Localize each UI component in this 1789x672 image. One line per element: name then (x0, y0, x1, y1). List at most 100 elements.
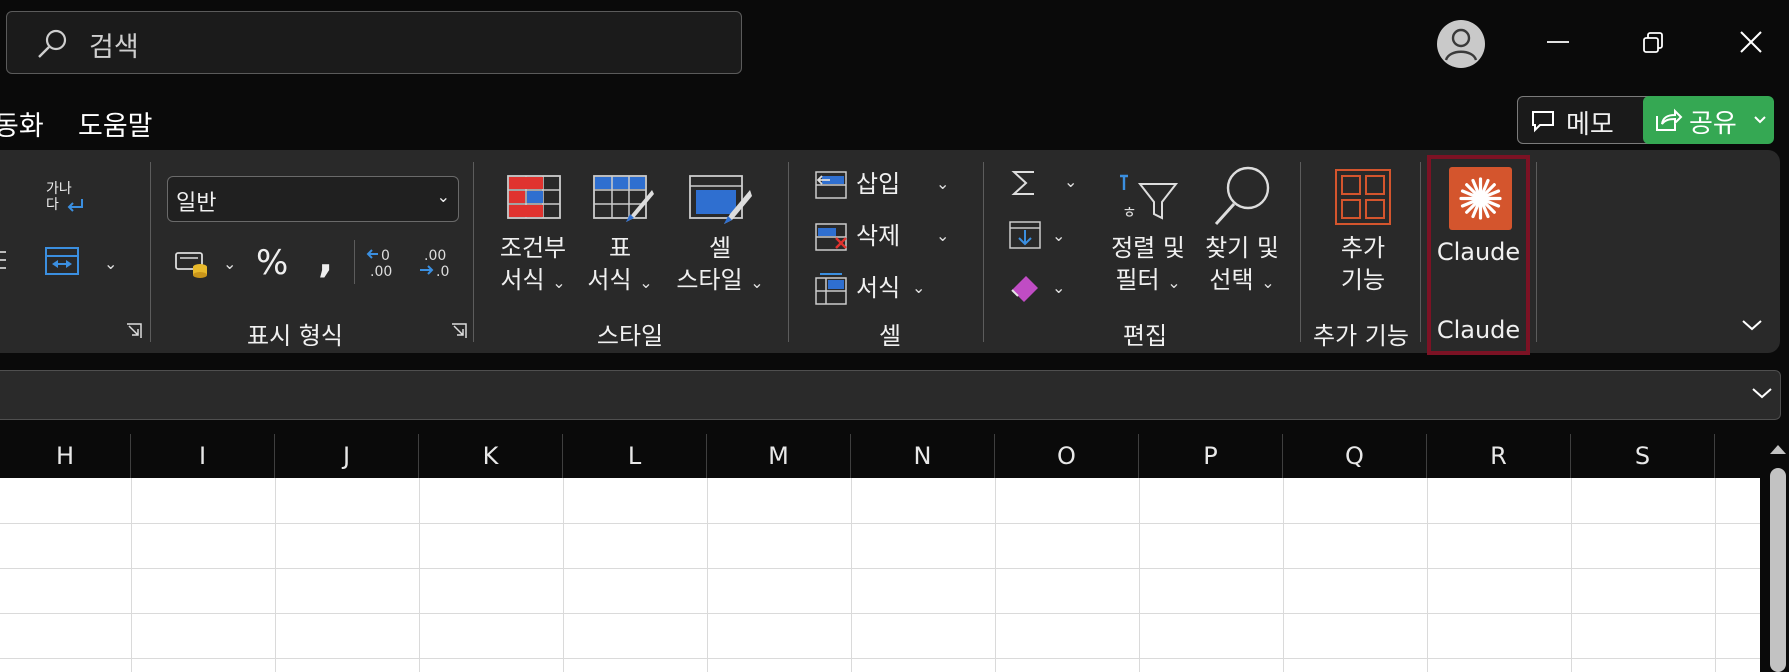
chevron-down-icon: ⌄ (750, 273, 764, 292)
increase-decimal-icon: 0.00 (366, 248, 392, 280)
add-ins-label-2: 기능 (1340, 266, 1386, 294)
divider (983, 162, 984, 342)
divider (1536, 162, 1537, 342)
claude-group-label: Claude (1436, 316, 1521, 344)
chevron-down-icon: ⌄ (1167, 273, 1181, 292)
grid-line (1715, 478, 1716, 672)
tab-help[interactable]: 도움말 (78, 104, 153, 143)
divider (473, 162, 474, 342)
share-button[interactable]: 공유 (1643, 96, 1774, 144)
grid-line (0, 523, 1760, 524)
avatar-icon[interactable] (1437, 20, 1485, 68)
grid-line (0, 613, 1760, 614)
search-placeholder: 검색 (89, 32, 139, 63)
svg-text:.0: .0 (436, 264, 449, 280)
delete-label: 삭제 (856, 222, 901, 250)
conditional-formatting-icon (507, 175, 561, 219)
claude-logo-icon (1459, 177, 1502, 220)
comma-style-button[interactable]: , (318, 236, 333, 282)
sigma-icon (1011, 171, 1034, 195)
insert-cells-button[interactable]: 삽입 ⌄ (812, 166, 962, 206)
format-cells-icon (815, 273, 847, 305)
cell-styles-button[interactable]: 셀 스타일 ⌄ (668, 172, 772, 298)
chevron-down-icon[interactable]: ⌄ (1052, 278, 1065, 297)
chevron-down-icon[interactable]: ⌄ (104, 254, 117, 273)
number-dialog-launcher[interactable] (451, 323, 467, 339)
dialog-launcher-icon (127, 323, 142, 338)
find-select-label-1: 찾기 및 (1205, 234, 1279, 262)
chevron-down-icon[interactable]: ⌄ (223, 254, 236, 273)
chevron-down-icon: ⌄ (912, 278, 926, 297)
column-header[interactable]: N (851, 434, 995, 478)
cell-grid[interactable] (0, 478, 1760, 672)
sort-filter-button[interactable]: ㅎ 정렬 및 필터 ⌄ (1104, 166, 1192, 296)
grid-line (1427, 478, 1428, 672)
merge-center-button[interactable] (44, 246, 80, 276)
column-header[interactable]: O (995, 434, 1139, 478)
format-as-table-label-2: 서식 (587, 266, 632, 294)
accounting-format-button[interactable] (174, 249, 210, 279)
claude-button-label[interactable]: Claude (1431, 236, 1526, 268)
search-box[interactable]: 검색 (6, 11, 742, 74)
magnifier-icon (1214, 166, 1270, 226)
eraser-icon (1011, 276, 1038, 302)
decrease-decimal-button[interactable]: .00.0 (418, 246, 458, 280)
percent-style-button[interactable]: % (256, 243, 288, 283)
column-header[interactable]: R (1427, 434, 1571, 478)
expand-formula-bar-button[interactable] (1750, 384, 1774, 402)
find-select-button[interactable]: 찾기 및 선택 ⌄ (1198, 166, 1286, 296)
chevron-down-icon: ⌄ (936, 174, 950, 193)
increase-decimal-button[interactable]: 0.00 (364, 246, 404, 280)
grid-line (1283, 478, 1284, 672)
chevron-down-icon: ⌄ (436, 187, 450, 206)
number-format-select[interactable]: 일반 ⌄ (167, 176, 459, 222)
column-header[interactable]: S (1571, 434, 1715, 478)
grid-line (275, 478, 276, 672)
chevron-down-icon[interactable]: ⌄ (1052, 226, 1065, 245)
column-header[interactable]: I (131, 434, 275, 478)
autosum-button[interactable] (1008, 166, 1042, 200)
add-ins-button[interactable]: 추가 기능 (1320, 166, 1406, 296)
clear-button[interactable] (1008, 270, 1042, 304)
chevron-down-icon (1754, 116, 1766, 124)
minimize-button[interactable] (1523, 12, 1593, 72)
format-cells-button[interactable]: 서식 ⌄ (812, 270, 942, 310)
formula-bar[interactable] (0, 370, 1781, 420)
grid-line (851, 478, 852, 672)
claude-button[interactable] (1449, 167, 1512, 230)
fill-button[interactable] (1008, 218, 1042, 252)
column-header[interactable]: H (0, 434, 131, 478)
scroll-up-icon[interactable] (1768, 442, 1788, 456)
svg-text:.00: .00 (424, 248, 446, 264)
column-header[interactable]: K (419, 434, 563, 478)
align-justify-icon[interactable] (0, 246, 10, 276)
memo-button[interactable]: 메모 (1517, 96, 1659, 144)
column-header[interactable]: Q (1283, 434, 1427, 478)
delete-cells-button[interactable]: 삭제 ⌄ (812, 218, 962, 258)
close-button[interactable] (1716, 12, 1786, 72)
alignment-dialog-launcher[interactable] (126, 323, 142, 339)
restore-icon (1643, 32, 1663, 53)
insert-cells-icon (815, 171, 847, 199)
format-as-table-button[interactable]: 표 서식 ⌄ (582, 172, 658, 298)
chevron-down-icon: ⌄ (936, 226, 950, 245)
column-header[interactable]: J (275, 434, 419, 478)
divider (788, 162, 789, 342)
column-header[interactable]: P (1139, 434, 1283, 478)
chevron-down-icon[interactable]: ⌄ (1064, 172, 1077, 191)
restore-button[interactable] (1618, 12, 1688, 72)
column-header[interactable]: L (563, 434, 707, 478)
cell-styles-label-2: 스타일 (676, 266, 743, 294)
scrollbar-thumb[interactable] (1770, 468, 1786, 672)
editing-group-label: 편집 (1122, 322, 1168, 350)
column-header[interactable]: M (707, 434, 851, 478)
wrap-text-button[interactable]: 가나 다 (46, 181, 86, 217)
grid-line (1571, 478, 1572, 672)
divider (1420, 162, 1421, 342)
close-icon (1740, 31, 1762, 53)
collapse-ribbon-button[interactable] (1740, 316, 1764, 334)
tab-automate[interactable]: 동화 (0, 104, 44, 143)
delete-cells-icon (815, 223, 847, 251)
conditional-formatting-button[interactable]: 조건부 서식 ⌄ (490, 172, 576, 298)
merge-cells-icon (45, 247, 79, 275)
